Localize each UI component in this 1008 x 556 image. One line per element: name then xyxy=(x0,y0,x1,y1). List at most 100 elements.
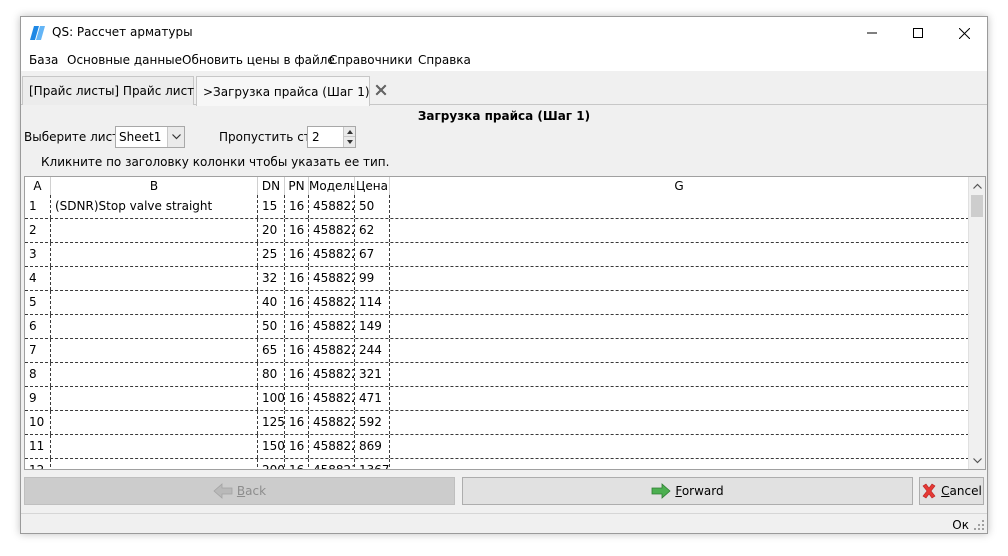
table-cell[interactable]: 65 xyxy=(258,339,285,362)
table-row[interactable]: 10 125 16 458822 592 xyxy=(25,411,969,435)
table-row[interactable]: 6 50 16 458822 149 xyxy=(25,315,969,339)
close-window-button[interactable] xyxy=(941,17,987,49)
table-cell[interactable]: 458822 xyxy=(309,411,355,434)
column-header-g[interactable]: G xyxy=(390,177,969,195)
table-cell[interactable] xyxy=(390,267,969,290)
column-header-a[interactable]: A xyxy=(25,177,51,195)
column-header-b[interactable]: B xyxy=(51,177,258,195)
table-cell[interactable]: 458822 xyxy=(309,267,355,290)
table-row[interactable]: 3 25 16 458822 67 xyxy=(25,243,969,267)
table-cell[interactable]: 10 xyxy=(25,411,51,434)
column-header-price[interactable]: Цена xyxy=(355,177,390,195)
resize-grip-icon[interactable] xyxy=(973,519,985,531)
table-cell[interactable] xyxy=(390,195,969,218)
skip-rows-stepper[interactable]: 2 xyxy=(307,126,356,148)
table-cell[interactable]: 100 xyxy=(258,387,285,410)
table-cell[interactable]: 12 xyxy=(25,459,51,469)
table-cell[interactable]: 458822 xyxy=(309,387,355,410)
table-cell[interactable]: 592 xyxy=(355,411,390,434)
sheet-select[interactable]: Sheet1 xyxy=(115,126,185,148)
forward-button[interactable]: Forward xyxy=(462,477,913,505)
table-cell[interactable]: 16 xyxy=(285,315,309,338)
table-cell[interactable] xyxy=(51,291,258,314)
table-cell[interactable]: 1367 xyxy=(355,459,390,469)
table-cell[interactable] xyxy=(390,339,969,362)
table-cell[interactable]: 99 xyxy=(355,267,390,290)
table-row[interactable]: 5 40 16 458822 114 xyxy=(25,291,969,315)
table-cell[interactable]: 16 xyxy=(285,195,309,218)
table-cell[interactable]: (SDNR)Stop valve straight xyxy=(51,195,258,218)
table-cell[interactable] xyxy=(390,219,969,242)
table-cell[interactable]: 50 xyxy=(355,195,390,218)
table-cell[interactable]: 20 xyxy=(258,219,285,242)
column-header-pn[interactable]: PN xyxy=(285,177,309,195)
table-cell[interactable]: 25 xyxy=(258,243,285,266)
table-cell[interactable] xyxy=(390,291,969,314)
table-cell[interactable]: 16 xyxy=(285,387,309,410)
menu-item-update-prices[interactable]: Обновить цены в файле xyxy=(182,53,335,67)
table-cell[interactable] xyxy=(51,435,258,458)
table-row[interactable]: 9 100 16 458822 471 xyxy=(25,387,969,411)
menu-item-baza[interactable]: База xyxy=(29,53,58,67)
table-cell[interactable]: 8 xyxy=(25,363,51,386)
table-row[interactable]: 1 (SDNR)Stop valve straight 15 16 458822 50 xyxy=(25,195,969,219)
table-cell[interactable]: 3 xyxy=(25,243,51,266)
table-cell[interactable]: 5 xyxy=(25,291,51,314)
table-cell[interactable] xyxy=(390,315,969,338)
table-cell[interactable]: 16 xyxy=(285,459,309,469)
table-cell[interactable] xyxy=(51,267,258,290)
table-cell[interactable]: 50 xyxy=(258,315,285,338)
table-cell[interactable]: 458822 xyxy=(309,195,355,218)
table-cell[interactable]: 125 xyxy=(258,411,285,434)
tab-close-icon[interactable] xyxy=(375,84,387,99)
table-cell[interactable]: 458822 xyxy=(309,315,355,338)
menu-item-references[interactable]: Справочники xyxy=(329,53,412,67)
column-header-model[interactable]: Модель xyxy=(309,177,355,195)
table-cell[interactable] xyxy=(390,411,969,434)
table-row[interactable]: 8 80 16 458822 321 xyxy=(25,363,969,387)
table-cell[interactable]: 114 xyxy=(355,291,390,314)
table-cell[interactable]: 16 xyxy=(285,243,309,266)
table-cell[interactable]: 200 xyxy=(258,459,285,469)
table-cell[interactable]: 16 xyxy=(285,339,309,362)
table-cell[interactable]: 4 xyxy=(25,267,51,290)
table-cell[interactable]: 80 xyxy=(258,363,285,386)
table-cell[interactable]: 6 xyxy=(25,315,51,338)
table-row[interactable]: 2 20 16 458822 62 xyxy=(25,219,969,243)
chevron-down-icon[interactable] xyxy=(167,127,184,147)
grid-vertical-scrollbar[interactable] xyxy=(968,177,985,469)
tab-price-lists[interactable]: [Прайс листы] Прайс лист xyxy=(22,76,211,105)
table-cell[interactable]: 458822 xyxy=(309,435,355,458)
table-cell[interactable] xyxy=(390,459,969,469)
table-cell[interactable]: 321 xyxy=(355,363,390,386)
table-row[interactable]: 12 200 16 458821 1367 xyxy=(25,459,969,469)
maximize-button[interactable] xyxy=(895,17,941,49)
stepper-down-icon[interactable] xyxy=(344,137,355,147)
menu-item-help[interactable]: Справка xyxy=(418,53,471,67)
table-row[interactable]: 4 32 16 458822 99 xyxy=(25,267,969,291)
table-cell[interactable]: 458822 xyxy=(309,243,355,266)
table-cell[interactable]: 40 xyxy=(258,291,285,314)
scroll-thumb[interactable] xyxy=(971,195,983,217)
minimize-button[interactable] xyxy=(849,17,895,49)
table-cell[interactable] xyxy=(390,363,969,386)
table-cell[interactable] xyxy=(51,411,258,434)
table-cell[interactable]: 32 xyxy=(258,267,285,290)
table-cell[interactable] xyxy=(51,387,258,410)
table-cell[interactable]: 1 xyxy=(25,195,51,218)
table-cell[interactable] xyxy=(51,363,258,386)
table-cell[interactable]: 458822 xyxy=(309,291,355,314)
table-cell[interactable]: 15 xyxy=(258,195,285,218)
table-cell[interactable] xyxy=(51,219,258,242)
table-cell[interactable]: 67 xyxy=(355,243,390,266)
back-button[interactable]: Back xyxy=(24,477,455,505)
table-cell[interactable]: 458822 xyxy=(309,219,355,242)
table-cell[interactable]: 9 xyxy=(25,387,51,410)
table-cell[interactable] xyxy=(51,339,258,362)
stepper-up-icon[interactable] xyxy=(344,127,355,137)
table-cell[interactable]: 2 xyxy=(25,219,51,242)
table-cell[interactable]: 16 xyxy=(285,435,309,458)
table-cell[interactable] xyxy=(51,315,258,338)
menu-item-main-data[interactable]: Основные данные xyxy=(67,53,182,67)
table-cell[interactable]: 149 xyxy=(355,315,390,338)
